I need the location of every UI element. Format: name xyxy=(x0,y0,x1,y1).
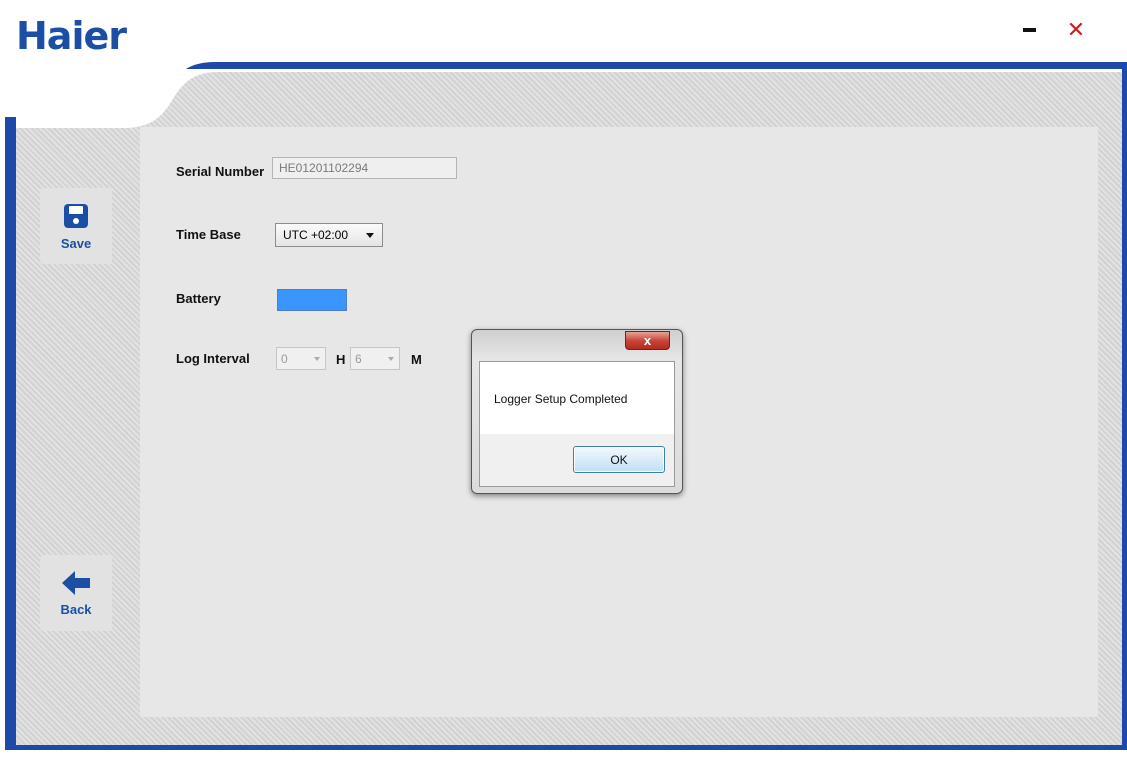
log-interval-minutes-select[interactable]: 6 xyxy=(350,347,400,370)
chevron-down-icon xyxy=(366,233,374,238)
floppy-disk-icon xyxy=(64,203,88,228)
message-dialog: x Logger Setup Completed OK xyxy=(471,329,683,494)
serial-number-field[interactable]: HE01201102294 xyxy=(272,157,457,179)
haier-logo: Haier xyxy=(16,14,127,58)
time-base-select[interactable]: UTC +02:00 xyxy=(275,223,383,247)
log-interval-label: Log Interval xyxy=(176,351,250,366)
dialog-message: Logger Setup Completed xyxy=(494,392,628,406)
back-button[interactable]: Back xyxy=(40,555,112,631)
save-button[interactable]: Save xyxy=(40,188,112,264)
battery-indicator xyxy=(277,289,347,311)
save-label: Save xyxy=(60,235,92,251)
serial-number-label: Serial Number xyxy=(176,164,265,179)
time-base-label: Time Base xyxy=(176,227,241,242)
chevron-down-icon xyxy=(388,357,394,361)
minimize-icon[interactable] xyxy=(1018,18,1040,42)
battery-level-fill xyxy=(278,290,346,310)
minutes-value: 6 xyxy=(355,351,362,366)
app-window: Haier ✕ Save Back Serial Number HE012011… xyxy=(0,0,1127,760)
hours-value: 0 xyxy=(281,351,288,366)
chevron-down-icon xyxy=(314,357,320,361)
time-base-value: UTC +02:00 xyxy=(283,228,349,242)
log-interval-hours-select[interactable]: 0 xyxy=(276,347,326,370)
hours-unit-label: H xyxy=(336,352,346,367)
dialog-message-area: Logger Setup Completed xyxy=(480,362,674,434)
dialog-close-icon[interactable]: x xyxy=(625,331,670,350)
minutes-unit-label: M xyxy=(411,352,422,367)
dialog-body: Logger Setup Completed OK xyxy=(479,361,675,487)
ok-button[interactable]: OK xyxy=(573,446,665,473)
back-label: Back xyxy=(60,601,92,617)
close-icon[interactable]: ✕ xyxy=(1065,18,1087,43)
arrow-left-icon xyxy=(62,570,90,595)
battery-label: Battery xyxy=(176,291,221,306)
